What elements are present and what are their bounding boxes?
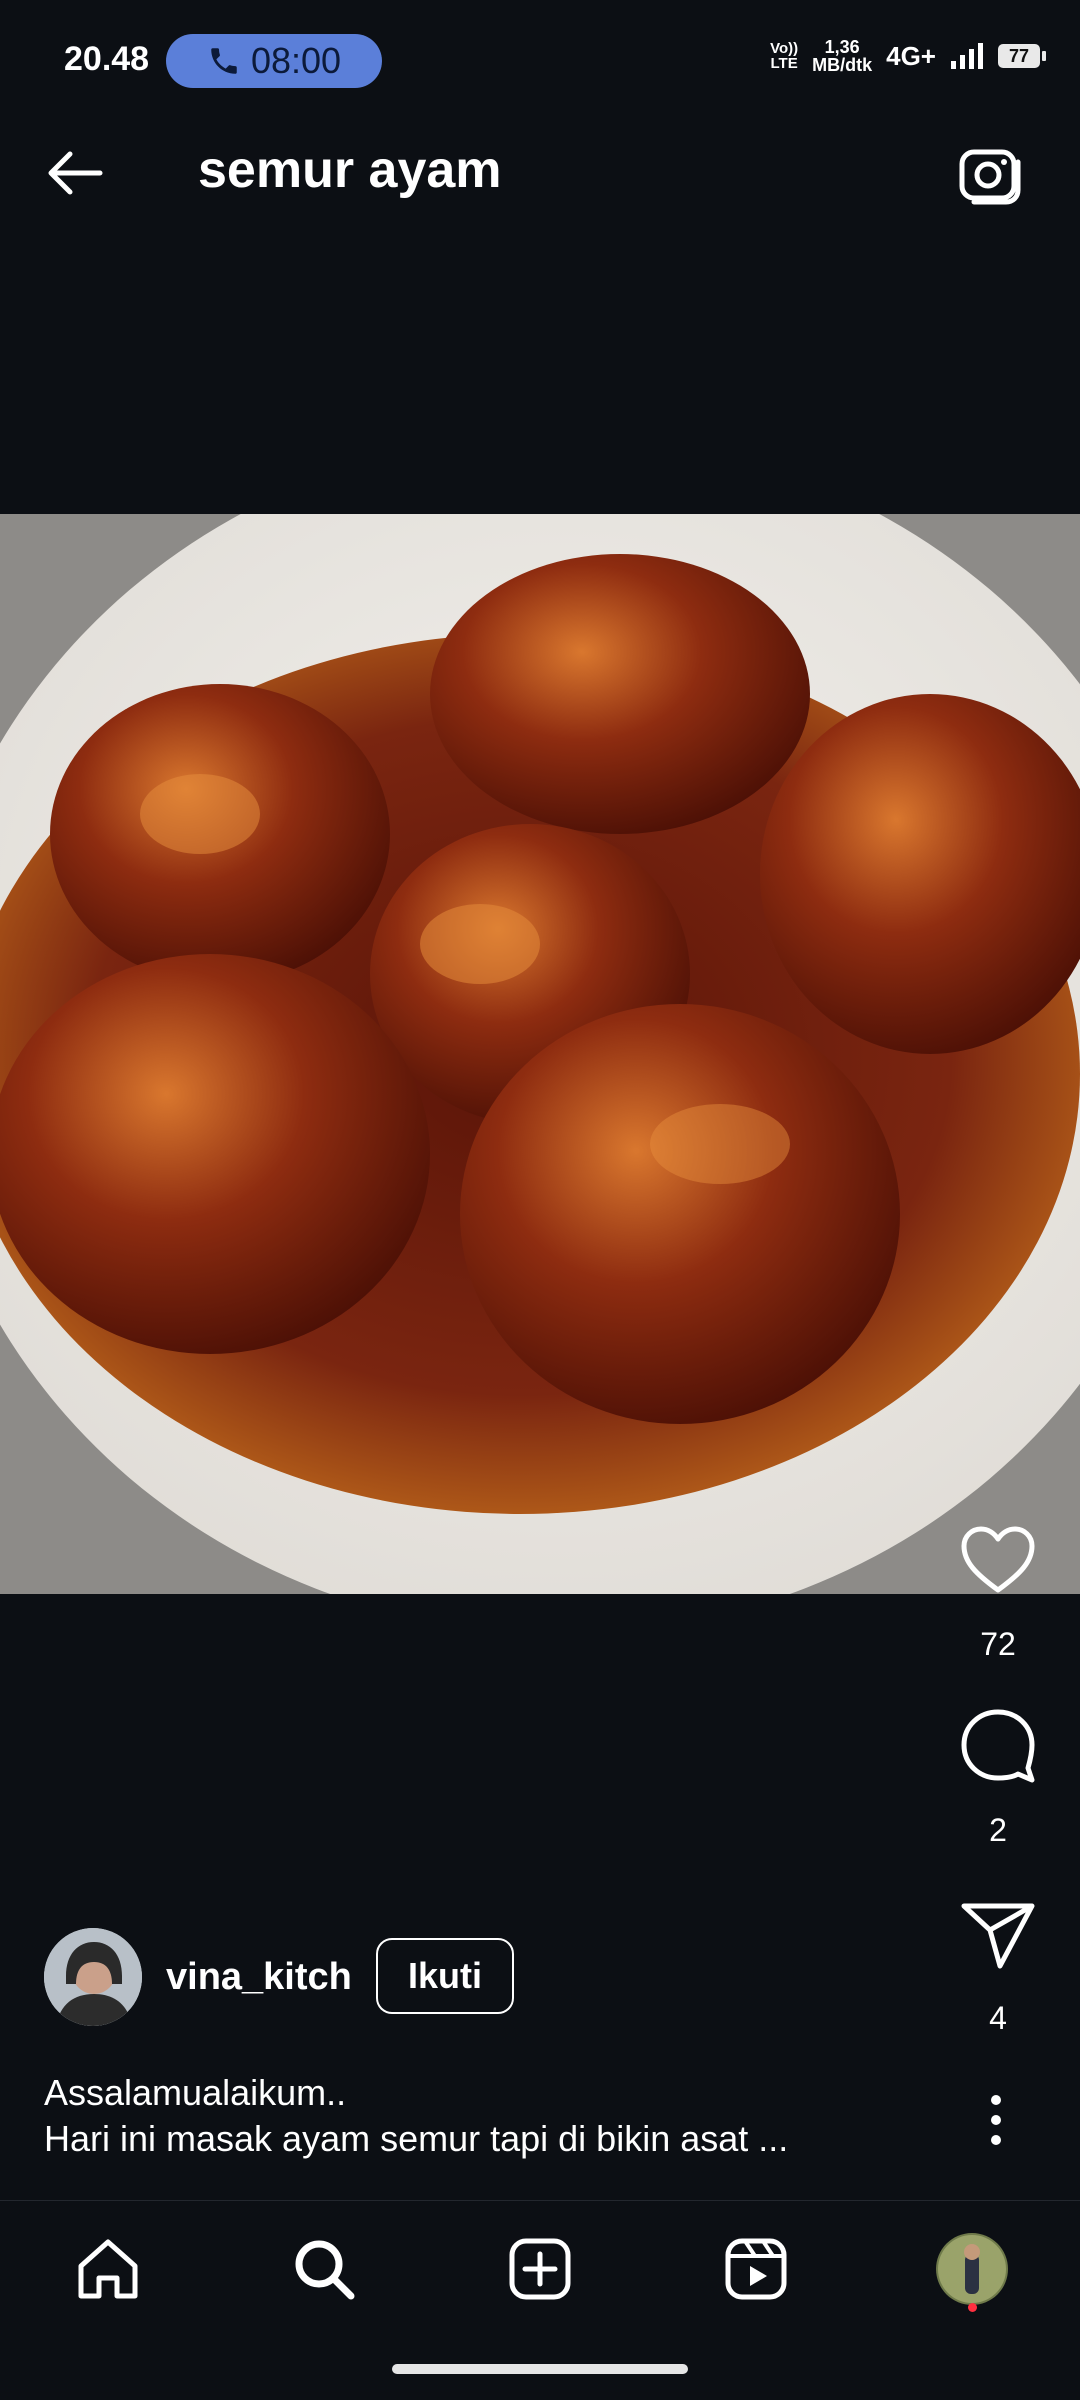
more-vertical-icon[interactable] <box>976 2090 1016 2150</box>
speed-value: 1,36 <box>824 37 860 57</box>
call-timer: 08:00 <box>250 40 342 81</box>
send-icon[interactable] <box>960 1900 1036 1970</box>
ongoing-call-pill[interactable]: 08:00 <box>166 34 382 88</box>
nav-create[interactable] <box>495 2224 585 2314</box>
add-post-icon <box>509 2238 571 2300</box>
back-arrow-icon[interactable] <box>40 138 110 208</box>
notification-dot <box>968 2303 977 2312</box>
signal-icon <box>951 43 983 69</box>
caption-line-2[interactable]: Hari ini masak ayam semur tapi di bikin … <box>44 2118 788 2160</box>
volte-label: Vo)) <box>770 40 799 57</box>
caption-line-1[interactable]: Assalamualaikum.. <box>44 2072 346 2114</box>
camera-icon[interactable] <box>954 138 1026 210</box>
profile-avatar <box>936 2233 1008 2305</box>
nav-home[interactable] <box>63 2224 153 2314</box>
shares-count: 4 <box>989 2000 1007 2036</box>
heart-icon[interactable] <box>958 1524 1038 1596</box>
status-icons: Vo)) LTE 1,36 MB/dtk 4G+ 77 <box>770 38 1046 74</box>
comments-count: 2 <box>989 1812 1007 1848</box>
nav-reels[interactable] <box>711 2224 801 2314</box>
network-type: 4G+ <box>886 40 936 71</box>
author-avatar[interactable] <box>44 1928 142 2026</box>
status-time: 20.48 <box>64 40 150 78</box>
search-icon <box>295 2240 355 2300</box>
battery-icon: 77 <box>998 44 1046 68</box>
network-speed: 1,36 MB/dtk <box>812 38 872 74</box>
reels-icon <box>725 2238 787 2300</box>
lte-label: LTE <box>770 55 798 72</box>
home-icon <box>78 2239 138 2299</box>
comment-icon[interactable] <box>958 1706 1038 1786</box>
home-indicator[interactable] <box>392 2364 688 2374</box>
volte-indicator: Vo)) LTE <box>770 41 798 71</box>
author-username[interactable]: vina_kitch <box>166 1956 352 1999</box>
post-image[interactable] <box>0 514 1080 1594</box>
bottom-navigation <box>0 2200 1080 2337</box>
page-title: semur ayam <box>198 141 502 199</box>
food-photo <box>0 514 1080 1594</box>
nav-profile[interactable] <box>927 2224 1017 2314</box>
follow-button[interactable]: Ikuti <box>376 1938 514 2014</box>
speed-unit: MB/dtk <box>812 55 873 75</box>
avatar-image <box>44 1928 142 2026</box>
nav-search[interactable] <box>279 2224 369 2314</box>
phone-icon <box>211 48 237 74</box>
likes-count: 72 <box>980 1626 1016 1662</box>
